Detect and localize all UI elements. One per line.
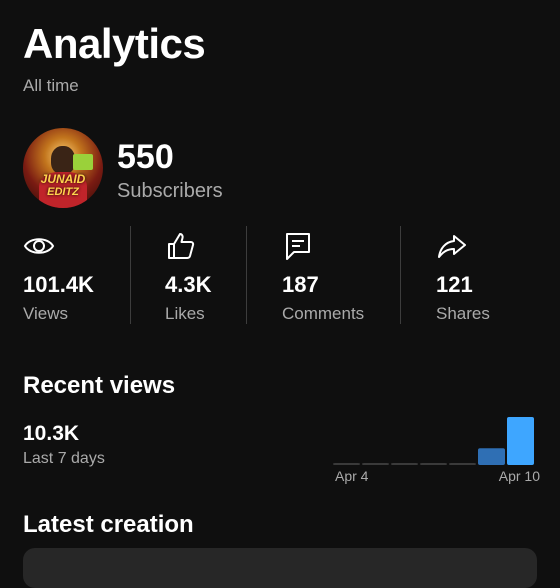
bar-apr-4 xyxy=(333,463,360,465)
divider xyxy=(400,226,401,324)
avatar-logo-line1: JUNAID xyxy=(40,172,86,186)
eye-icon xyxy=(23,238,55,254)
recent-views-period: Last 7 days xyxy=(23,450,105,467)
divider xyxy=(130,226,131,324)
comments-value: 187 xyxy=(282,272,319,297)
avatar-logo-line2: EDITZ xyxy=(47,186,79,198)
bar-apr-5 xyxy=(362,463,389,465)
share-icon xyxy=(438,235,466,258)
period-label: All time xyxy=(23,76,79,95)
bar-apr-8 xyxy=(449,463,476,465)
x-tick-end: Apr 10 xyxy=(499,468,540,484)
views-value: 101.4K xyxy=(23,272,94,297)
subscribers-count: 550 xyxy=(117,138,174,176)
subscribers-label: Subscribers xyxy=(117,180,223,202)
bar-apr-7 xyxy=(420,463,447,465)
bar-apr-9 xyxy=(478,448,505,465)
shares-value: 121 xyxy=(436,272,473,297)
avatar-badge xyxy=(73,154,93,170)
x-tick-start: Apr 4 xyxy=(335,468,369,484)
divider xyxy=(246,226,247,324)
latest-creation-card[interactable] xyxy=(23,548,537,588)
recent-views-chart[interactable]: Apr 4 Apr 10 xyxy=(330,405,540,490)
avatar-face xyxy=(51,146,75,174)
page-title: Analytics xyxy=(23,20,206,67)
comment-icon xyxy=(286,233,310,260)
views-label: Views xyxy=(23,304,69,323)
shares-label: Shares xyxy=(436,304,490,323)
latest-creation-title: Latest creation xyxy=(23,511,194,538)
likes-label: Likes xyxy=(165,304,205,323)
bar-apr-6 xyxy=(391,463,418,465)
likes-value: 4.3K xyxy=(165,272,212,297)
channel-avatar[interactable]: JUNAID EDITZ xyxy=(23,128,103,208)
recent-views-title: Recent views xyxy=(23,372,176,399)
recent-views-value: 10.3K xyxy=(23,422,80,445)
bar-apr-10 xyxy=(507,417,534,465)
thumbs-up-icon xyxy=(168,233,195,259)
comments-label: Comments xyxy=(282,304,365,323)
